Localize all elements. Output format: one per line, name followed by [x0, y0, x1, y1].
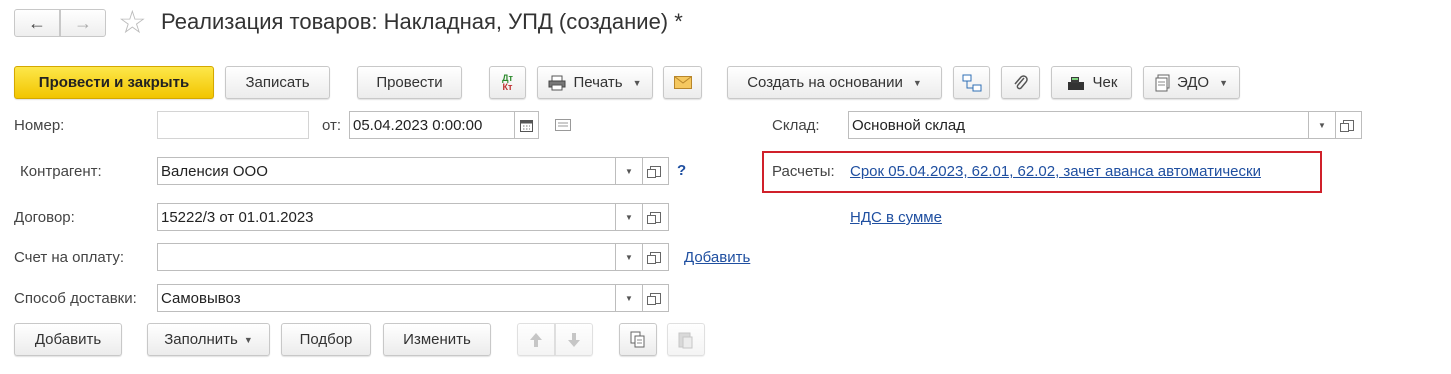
pick-button[interactable]: Подбор — [281, 323, 371, 356]
invoice-add-link[interactable]: Добавить — [684, 249, 750, 266]
arrow-right-icon: → — [74, 12, 92, 33]
fill-button[interactable]: Заполнить ▼ — [147, 323, 270, 356]
settlements-link[interactable]: Срок 05.04.2023, 62.01, 62.02, зачет ава… — [850, 163, 1261, 180]
invoice-open-button[interactable] — [643, 243, 669, 271]
delivery-field[interactable]: Самовывоз — [157, 284, 616, 312]
date-prefix-label: от: — [322, 117, 342, 134]
post-and-close-label: Провести и закрыть — [38, 74, 190, 91]
chevron-down-icon: ▼ — [912, 77, 922, 88]
back-button[interactable]: ← — [14, 9, 60, 37]
copy-rows-button[interactable] — [619, 323, 657, 356]
arrow-up-icon — [530, 332, 542, 347]
chevron-down-icon: ▼ — [625, 252, 633, 262]
chevron-down-icon: ▼ — [1318, 120, 1326, 130]
open-icon — [1340, 119, 1354, 132]
help-icon[interactable]: ? — [677, 162, 686, 179]
document-structure-icon — [962, 74, 981, 91]
forward-button[interactable]: → — [60, 9, 106, 37]
print-button[interactable]: Печать ▼ — [537, 66, 653, 99]
page-title: Реализация товаров: Накладная, УПД (созд… — [161, 9, 683, 34]
counterparty-dropdown-button[interactable]: ▼ — [616, 157, 643, 185]
edo-documents-icon — [1155, 74, 1170, 91]
counterparty-open-button[interactable] — [643, 157, 669, 185]
post-and-close-button[interactable]: Провести и закрыть — [14, 66, 214, 99]
counterparty-field[interactable]: Валенсия ООО — [157, 157, 616, 185]
comment-icon[interactable] — [555, 118, 571, 135]
dt-kt-button[interactable]: Дт Кт — [489, 66, 526, 99]
contract-field[interactable]: 15222/3 от 01.01.2023 — [157, 203, 616, 231]
move-down-button[interactable] — [555, 323, 593, 356]
warehouse-dropdown-button[interactable]: ▼ — [1309, 111, 1336, 139]
invoice-label: Счет на оплату: — [14, 249, 125, 266]
number-label: Номер: — [14, 117, 65, 134]
create-based-on-label: Создать на основании — [747, 74, 903, 91]
chevron-down-icon: ▼ — [243, 334, 253, 345]
change-label: Изменить — [403, 331, 471, 348]
delivery-open-button[interactable] — [643, 284, 669, 312]
delivery-label: Способ доставки: — [14, 290, 137, 307]
paperclip-icon — [1013, 74, 1028, 89]
print-label: Печать — [573, 74, 623, 91]
calendar-icon — [520, 119, 533, 132]
chevron-down-icon: ▼ — [632, 77, 642, 88]
move-up-button[interactable] — [517, 323, 555, 356]
warehouse-label: Склад: — [772, 117, 820, 134]
send-email-button[interactable] — [663, 66, 702, 99]
save-label: Записать — [245, 74, 310, 91]
arrow-left-icon: ← — [28, 12, 46, 33]
edo-label: ЭДО — [1176, 74, 1210, 91]
attach-files-button[interactable] — [1001, 66, 1040, 99]
contract-label: Договор: — [14, 209, 75, 226]
paste-rows-button[interactable] — [667, 323, 705, 356]
chevron-down-icon: ▼ — [625, 293, 633, 303]
chevron-down-icon: ▼ — [625, 212, 633, 222]
printer-icon — [548, 75, 566, 90]
edo-button[interactable]: ЭДО ▼ — [1143, 66, 1240, 99]
open-icon — [647, 292, 661, 305]
number-field[interactable] — [157, 111, 309, 139]
pick-label: Подбор — [299, 331, 353, 348]
kt-label: Кт — [502, 81, 513, 92]
add-row-label: Добавить — [34, 331, 102, 348]
create-based-on-button[interactable]: Создать на основании ▼ — [727, 66, 942, 99]
warehouse-field[interactable]: Основной склад — [848, 111, 1309, 139]
date-field[interactable]: 05.04.2023 0:00:00 — [349, 111, 515, 139]
delivery-dropdown-button[interactable]: ▼ — [616, 284, 643, 312]
invoice-dropdown-button[interactable]: ▼ — [616, 243, 643, 271]
save-button[interactable]: Записать — [225, 66, 330, 99]
invoice-field[interactable] — [157, 243, 616, 271]
post-button[interactable]: Провести — [357, 66, 462, 99]
envelope-icon — [673, 76, 692, 89]
vat-link[interactable]: НДС в сумме — [850, 209, 942, 226]
receipt-label: Чек — [1092, 74, 1118, 91]
copy-icon — [630, 331, 645, 347]
paste-icon — [678, 332, 693, 348]
favorite-star-icon[interactable]: ☆ — [118, 4, 147, 40]
counterparty-label: Контрагент: — [20, 163, 102, 180]
chevron-down-icon: ▼ — [1219, 77, 1229, 88]
arrow-down-icon — [568, 332, 580, 347]
contract-open-button[interactable] — [643, 203, 669, 231]
open-icon — [647, 165, 661, 178]
open-icon — [647, 211, 661, 224]
calendar-button[interactable] — [515, 111, 539, 139]
fill-label: Заполнить — [164, 331, 238, 348]
post-label: Провести — [376, 74, 443, 91]
structure-button[interactable] — [953, 66, 990, 99]
contract-dropdown-button[interactable]: ▼ — [616, 203, 643, 231]
dt-kt-icon: Дт Кт — [502, 73, 513, 92]
chevron-down-icon: ▼ — [625, 166, 633, 176]
add-row-button[interactable]: Добавить — [14, 323, 122, 356]
warehouse-open-button[interactable] — [1336, 111, 1362, 139]
cash-register-icon — [1067, 76, 1084, 90]
open-icon — [647, 251, 661, 264]
settlements-label: Расчеты: — [772, 163, 835, 180]
receipt-button[interactable]: Чек — [1051, 66, 1132, 99]
change-button[interactable]: Изменить — [383, 323, 491, 356]
